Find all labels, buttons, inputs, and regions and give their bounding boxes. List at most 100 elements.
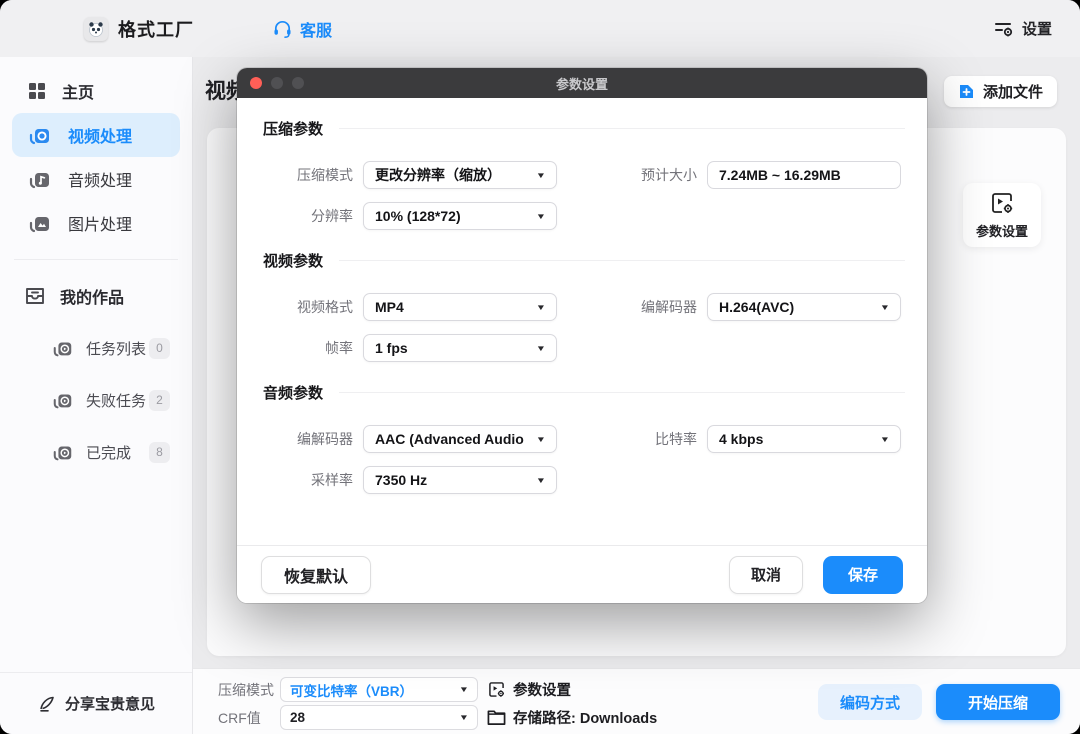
video-codec-value: H.264(AVC) [719, 299, 794, 315]
compress-mode-label: 压缩模式 [263, 165, 353, 185]
bottom-param-settings-label: 参数设置 [513, 679, 571, 700]
caret-down-icon: ▼ [459, 685, 469, 694]
sidebar-works-header[interactable]: 我的作品 [12, 274, 180, 318]
section-divider [339, 260, 905, 261]
add-file-button[interactable]: 添加文件 [944, 76, 1057, 107]
image-processing-icon [28, 211, 52, 235]
quill-icon [37, 694, 57, 714]
file-param-settings-button[interactable]: 参数设置 [963, 183, 1041, 247]
storage-path-label: 存储路径: Downloads [513, 707, 657, 728]
resolution-label: 分辨率 [263, 206, 353, 226]
completed-label: 已完成 [86, 442, 131, 463]
sidebar-home-label: 主页 [62, 79, 94, 103]
caret-down-icon: ▼ [536, 303, 546, 312]
bitrate-select[interactable]: 4 kbps ▼ [707, 425, 901, 453]
section-divider [339, 128, 905, 129]
video-format-select[interactable]: MP4 ▼ [363, 293, 557, 321]
minimize-icon[interactable] [271, 77, 283, 89]
cancel-button[interactable]: 取消 [729, 556, 803, 594]
start-compress-button[interactable]: 开始压缩 [936, 684, 1060, 720]
caret-down-icon: ▼ [536, 212, 546, 221]
sidebar-divider [14, 259, 178, 260]
samplerate-label: 采样率 [263, 470, 353, 490]
section-compression-title: 压缩参数 [263, 118, 323, 139]
panda-logo-icon [87, 20, 105, 38]
audio-codec-label: 编解码器 [263, 429, 353, 449]
section-audio-title: 音频参数 [263, 382, 323, 403]
restore-default-button[interactable]: 恢复默认 [261, 556, 371, 594]
encode-mode-button[interactable]: 编码方式 [818, 684, 922, 720]
task-list-label: 任务列表 [86, 338, 146, 359]
bitrate-label: 比特率 [557, 429, 697, 449]
task-list-count-badge: 0 [149, 338, 170, 359]
failed-tasks-label: 失败任务 [86, 390, 146, 411]
close-icon[interactable] [250, 77, 262, 89]
sidebar-item-failed-tasks[interactable]: 失败任务 2 [12, 378, 180, 422]
sidebar-item-image[interactable]: 图片处理 [12, 201, 180, 245]
sidebar-video-label: 视频处理 [68, 123, 132, 147]
bottom-crf-select[interactable]: 28 ▼ [280, 705, 478, 730]
bottom-compress-mode-select[interactable]: 可变比特率（VBR） ▼ [280, 677, 478, 702]
section-divider [339, 392, 905, 393]
resolution-value: 10% (128*72) [375, 208, 461, 224]
settings-button[interactable]: 设置 [993, 18, 1052, 39]
caret-down-icon: ▼ [536, 435, 546, 444]
video-codec-select[interactable]: H.264(AVC) ▼ [707, 293, 901, 321]
completed-icon [52, 441, 74, 463]
video-codec-label: 编解码器 [557, 297, 697, 317]
top-bar: 格式工厂 客服 设置 [0, 0, 1080, 57]
bottom-param-settings-button[interactable]: 参数设置 [487, 679, 571, 700]
grid-icon [28, 82, 46, 100]
modal-body: 压缩参数 压缩模式 更改分辨率（缩放） ▼ 预计大小 7.24MB ~ 16.2… [237, 98, 927, 494]
add-file-icon [958, 83, 975, 100]
support-button[interactable]: 客服 [272, 17, 332, 41]
section-compression: 压缩参数 压缩模式 更改分辨率（缩放） ▼ 预计大小 7.24MB ~ 16.2… [263, 118, 905, 230]
resolution-select[interactable]: 10% (128*72) ▼ [363, 202, 557, 230]
caret-down-icon: ▼ [880, 435, 890, 444]
framerate-select[interactable]: 1 fps ▼ [363, 334, 557, 362]
bottom-crf-value: 28 [290, 710, 305, 725]
failed-tasks-icon [52, 389, 74, 411]
add-file-label: 添加文件 [983, 81, 1043, 102]
bitrate-value: 4 kbps [719, 431, 763, 447]
bottom-compress-mode-value: 可变比特率（VBR） [290, 680, 413, 700]
framerate-value: 1 fps [375, 340, 408, 356]
task-list-icon [52, 337, 74, 359]
audio-codec-value: AAC (Advanced Audio [375, 431, 524, 447]
estimated-size-label: 预计大小 [557, 165, 697, 185]
samplerate-select[interactable]: 7350 Hz ▼ [363, 466, 557, 494]
compress-mode-select[interactable]: 更改分辨率（缩放） ▼ [363, 161, 557, 189]
sidebar-item-audio[interactable]: 音频处理 [12, 157, 180, 201]
storage-path[interactable]: 存储路径: Downloads [487, 707, 657, 728]
window-controls [250, 77, 313, 89]
sidebar-item-completed[interactable]: 已完成 8 [12, 430, 180, 474]
modal-footer: 恢复默认 取消 保存 [237, 545, 927, 603]
file-param-settings-label: 参数设置 [976, 221, 1028, 240]
estimated-size-value: 7.24MB ~ 16.29MB [707, 161, 901, 189]
maximize-icon[interactable] [292, 77, 304, 89]
modal-titlebar: 参数设置 [237, 68, 927, 98]
caret-down-icon: ▼ [536, 171, 546, 180]
feedback-button[interactable]: 分享宝贵意见 [0, 672, 192, 734]
caret-down-icon: ▼ [459, 713, 469, 722]
video-settings-icon [487, 680, 506, 699]
compress-mode-value: 更改分辨率（缩放） [375, 165, 501, 185]
app-logo-icon [84, 17, 108, 41]
video-settings-icon [989, 190, 1015, 216]
video-format-label: 视频格式 [263, 297, 353, 317]
sidebar-item-task-list[interactable]: 任务列表 0 [12, 326, 180, 370]
settings-sliders-icon [993, 19, 1015, 39]
save-button[interactable]: 保存 [823, 556, 903, 594]
audio-codec-select[interactable]: AAC (Advanced Audio ▼ [363, 425, 557, 453]
sidebar-item-home[interactable]: 主页 [12, 69, 180, 113]
bottom-compress-mode-label: 压缩模式 [218, 680, 280, 700]
bottom-bar: 压缩模式 可变比特率（VBR） ▼ CRF值 28 ▼ [193, 668, 1080, 734]
headset-icon [272, 18, 293, 39]
inbox-icon [24, 285, 46, 307]
bottom-crf-label: CRF值 [218, 708, 280, 728]
section-audio: 音频参数 编解码器 AAC (Advanced Audio ▼ 比特率 4 kb… [263, 382, 905, 494]
caret-down-icon: ▼ [536, 344, 546, 353]
app-title: 格式工厂 [118, 16, 194, 42]
framerate-label: 帧率 [263, 338, 353, 358]
sidebar-item-video[interactable]: 视频处理 [12, 113, 180, 157]
